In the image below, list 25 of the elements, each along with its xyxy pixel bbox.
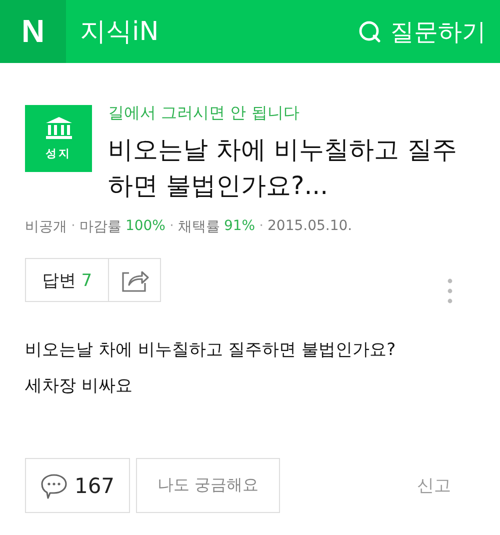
question-body-text: 세차장 비싸요 <box>25 375 134 398</box>
report-link[interactable]: 신고 <box>417 474 451 497</box>
close-rate-label: 마감률 <box>79 218 122 236</box>
ask-question-button[interactable]: 질문하기 <box>358 16 486 48</box>
category-link[interactable]: 길에서 그러시면 안 됩니다 <box>108 103 475 124</box>
separator: · <box>259 218 264 236</box>
building-icon <box>44 116 72 140</box>
category-badge: 성지 <box>25 105 92 172</box>
share-button[interactable] <box>109 258 161 302</box>
date-text: 2015.05.10. <box>268 218 352 236</box>
speech-bubble-icon <box>40 472 68 498</box>
adopt-rate-value: 91% <box>224 218 256 236</box>
service-title[interactable]: 지식iN <box>80 14 159 49</box>
visibility-label: 비공개 <box>25 218 67 236</box>
question-body-text: 비오는날 차에 비누칠하고 질주하면 불법인가요? <box>25 339 397 362</box>
separator: · <box>169 218 174 236</box>
logo[interactable]: N <box>0 0 66 63</box>
adopt-rate-label: 채택률 <box>178 218 220 236</box>
search-icon <box>358 20 382 44</box>
comments-button[interactable]: 167 <box>25 458 130 513</box>
separator: · <box>71 218 76 236</box>
curious-button[interactable]: 나도 궁금해요 <box>136 458 280 513</box>
question-title: 비오는날 차에 비누칠하고 질주하면 불법인가요?... <box>108 134 458 202</box>
answers-button[interactable]: 답변 7 <box>25 258 109 302</box>
close-rate-value: 100% <box>125 218 166 236</box>
